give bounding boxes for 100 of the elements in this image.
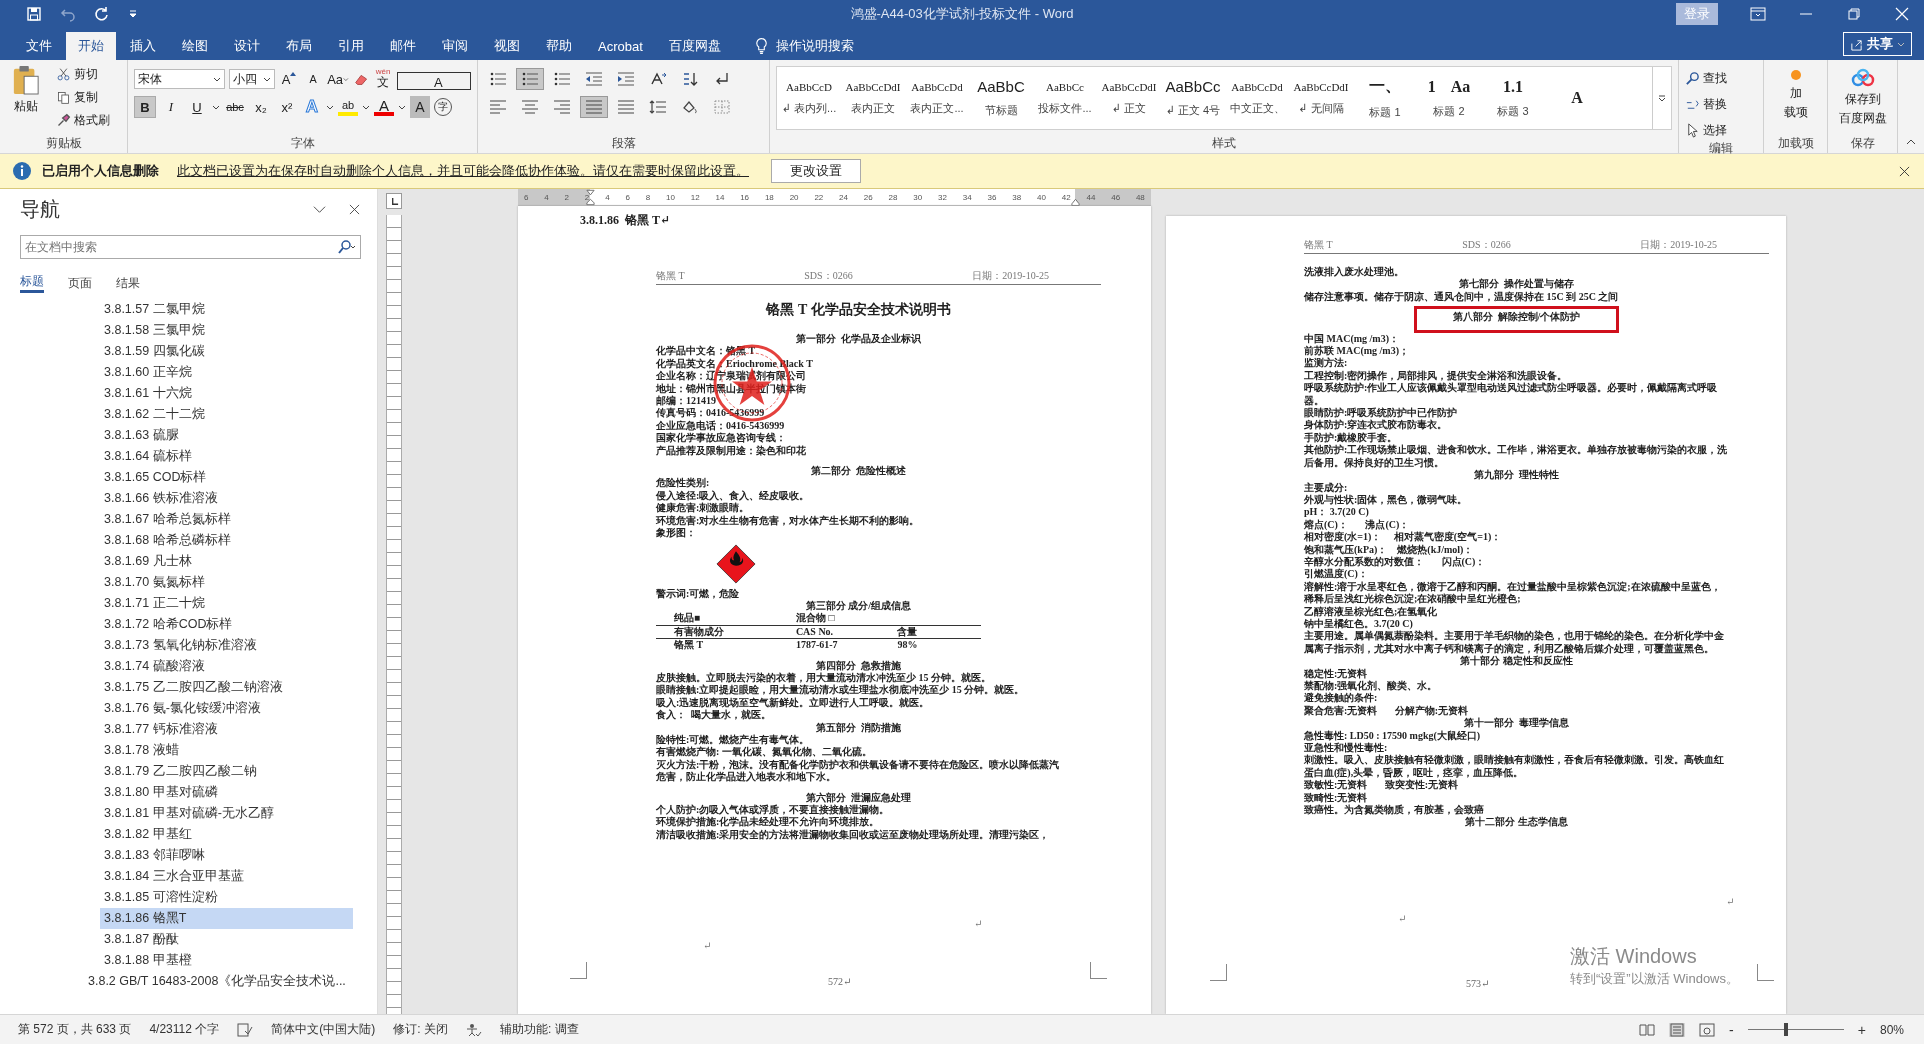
outline-item[interactable]: 3.8.1.88 甲基橙 [100,950,353,971]
undo-icon[interactable] [60,6,76,22]
font-size-field[interactable]: 小四 [229,69,276,89]
outline-item[interactable]: 3.8.1.82 甲基红 [100,824,353,845]
font-format-button[interactable]: x₂ [250,96,272,118]
ribbon-tab[interactable]: 布局 [274,32,324,60]
track-changes-status[interactable]: 修订: 关闭 [393,1021,448,1038]
outline-item[interactable]: 3.8.1.66 铁标准溶液 [100,488,353,509]
outline-item[interactable]: 3.8.1.75 乙二胺四乙酸二钠溶液 [100,677,353,698]
save-to-cloud-button[interactable]: 保存到 百度网盘 [1838,64,1887,135]
style-item[interactable]: A [1545,67,1609,129]
search-field[interactable]: 在文档中搜索 [20,235,361,259]
shrink-font-button[interactable]: A [303,68,324,90]
ribbon-tab[interactable]: 审阅 [430,32,480,60]
outline-item[interactable]: 3.8.1.84 三水合亚甲基蓝 [100,866,353,887]
style-item[interactable]: AaBbCcDdI ↲ 无间隔 [1289,67,1353,129]
ribbon-tab[interactable]: 绘图 [170,32,220,60]
outline-item[interactable]: 3.8.1.63 硫脲 [100,425,353,446]
format-painter-button[interactable]: 格式刷 [56,110,110,130]
outline-item[interactable]: 3.8.1.60 正辛烷 [100,362,353,383]
chevron-down-icon[interactable] [313,203,326,215]
ribbon-tab[interactable]: 邮件 [378,32,428,60]
change-case-button[interactable]: Aa [327,68,349,90]
style-item[interactable]: AaBbCcDdI 表内正文 [841,67,905,129]
outline-item[interactable]: 3.8.1.64 硫标样 [100,446,353,467]
font-format-button[interactable]: B [134,96,156,118]
find-button[interactable]: 查找 [1685,68,1757,88]
style-item[interactable]: AaBbCc 投标文件... [1033,67,1097,129]
customize-toolbar-icon[interactable] [128,10,138,18]
style-item[interactable]: 1 Aa 标题 2 [1417,67,1481,129]
ribbon-tab[interactable]: 引用 [326,32,376,60]
ribbon-tab[interactable]: 插入 [118,32,168,60]
outline-item[interactable]: 3.8.1.86 铬黑T [100,908,353,929]
read-mode-icon[interactable] [1639,1022,1656,1037]
print-layout-icon[interactable] [1669,1022,1686,1037]
outline-item[interactable]: 3.8.1.76 氨-氯化铵缓冲溶液 [100,698,353,719]
outline-item[interactable]: 3.8.1.87 酚酞 [100,929,353,950]
zoom-out-button[interactable]: - [1729,1021,1734,1038]
nav-tab[interactable]: 结果 [116,273,140,293]
info-message-link[interactable]: 此文档已设置为在保存时自动删除个人信息，并且可能会降低协作体验。请仅在需要时保留此设置。 [177,162,749,180]
add-ins-button[interactable]: 加 载项 [1783,64,1808,135]
style-item[interactable]: AaBbCc ↲ 正文 4号 [1161,67,1225,129]
outline-item[interactable]: 3.8.1.67 哈希总氮标样 [100,509,353,530]
zoom-in-button[interactable]: + [1857,1021,1866,1038]
style-item[interactable]: 一、 标题 1 [1353,67,1417,129]
font-format-button[interactable]: abc [224,96,246,118]
proofing-icon[interactable] [237,1022,254,1037]
outline-item[interactable]: 3.8.1.74 硫酸溶液 [100,656,353,677]
outline-item[interactable]: 3.8.1.71 正二十烷 [100,593,353,614]
ribbon-tab[interactable]: 视图 [482,32,532,60]
font-format-button[interactable]: I [160,96,182,118]
redo-icon[interactable] [94,6,110,22]
character-border-button[interactable]: A [397,71,471,90]
ribbon-display-icon[interactable] [1750,7,1766,21]
outline-item[interactable]: 3.8.1.80 甲基对硫磷 [100,782,353,803]
replace-button[interactable]: 替换 [1685,94,1757,114]
outline-item[interactable]: 3.8.1.59 四氯化碳 [100,341,353,362]
outline-item[interactable]: 3.8.1.70 氨氮标样 [100,572,353,593]
ribbon-tab[interactable]: 开始 [66,32,116,60]
outline-item[interactable]: 3.8.1.57 二氯甲烷 [100,299,353,320]
accessibility-icon[interactable] [465,1022,482,1037]
tab-selector[interactable] [386,193,402,209]
tell-me-search[interactable]: 操作说明搜索 [775,37,854,55]
save-icon[interactable] [26,6,42,22]
outline-item[interactable]: 3.8.1.81 甲基对硫磷-无水乙醇 [100,803,353,824]
font-format-button[interactable]: U [186,96,208,118]
highlight-button[interactable]: ab [338,98,358,116]
indent-marker-icon[interactable] [586,189,595,206]
ribbon-tab[interactable]: 百度网盘 [656,32,733,60]
collapse-ribbon-icon[interactable] [1906,139,1916,145]
copy-button[interactable]: 复制 [56,87,110,107]
nav-tab[interactable]: 标题 [20,273,44,293]
font-color-button[interactable]: A [374,98,394,116]
outline-item[interactable]: 3.8.1.85 可溶性淀粉 [100,887,353,908]
style-item[interactable]: AaBbCcD ↲ 表内列... [777,67,841,129]
outline-item[interactable]: 3.8.1.78 液蜡 [100,740,353,761]
nav-tab[interactable]: 页面 [68,273,92,293]
ribbon-tab[interactable]: 设计 [222,32,272,60]
font-format-button[interactable]: x² [276,96,298,118]
outline-item[interactable]: 3.8.1.68 哈希总磷标样 [100,530,353,551]
outline-item[interactable]: 3.8.1.83 邻菲啰啉 [100,845,353,866]
outline-item[interactable]: 3.8.1.61 十六烷 [100,383,353,404]
restore-icon[interactable] [1846,7,1862,21]
outline-item[interactable]: 3.8.1.65 COD标样 [100,467,353,488]
style-item[interactable]: 1.1 标题 3 [1481,67,1545,129]
language[interactable]: 简体中文(中国大陆) [271,1021,376,1038]
zoom-level[interactable]: 80% [1879,1022,1904,1037]
outline-item[interactable]: 3.8.1.73 氢氧化钠标准溶液 [100,635,353,656]
close-icon[interactable] [1899,165,1910,177]
cut-button[interactable]: 剪切 [56,64,110,84]
select-button[interactable]: 选择 [1685,120,1757,140]
outline-item[interactable]: 3.8.1.62 二十二烷 [100,404,353,425]
style-item[interactable]: AaBbCcDd 表内正文... [905,67,969,129]
style-item[interactable]: AaBbCcDdI ↲ 正文 [1097,67,1161,129]
outline-item[interactable]: 3.8.1.72 哈希COD标样 [100,614,353,635]
outline-item[interactable]: 3.8.2 GB/T 16483-2008《化学品安全技术说... [88,971,361,992]
change-settings-button[interactable]: 更改设置 [771,159,861,183]
font-name-field[interactable]: 宋体 [134,69,226,89]
style-item[interactable]: AaBbCcDd 中文正文、 [1225,67,1289,129]
word-count[interactable]: 4/23112 个字 [149,1021,220,1038]
